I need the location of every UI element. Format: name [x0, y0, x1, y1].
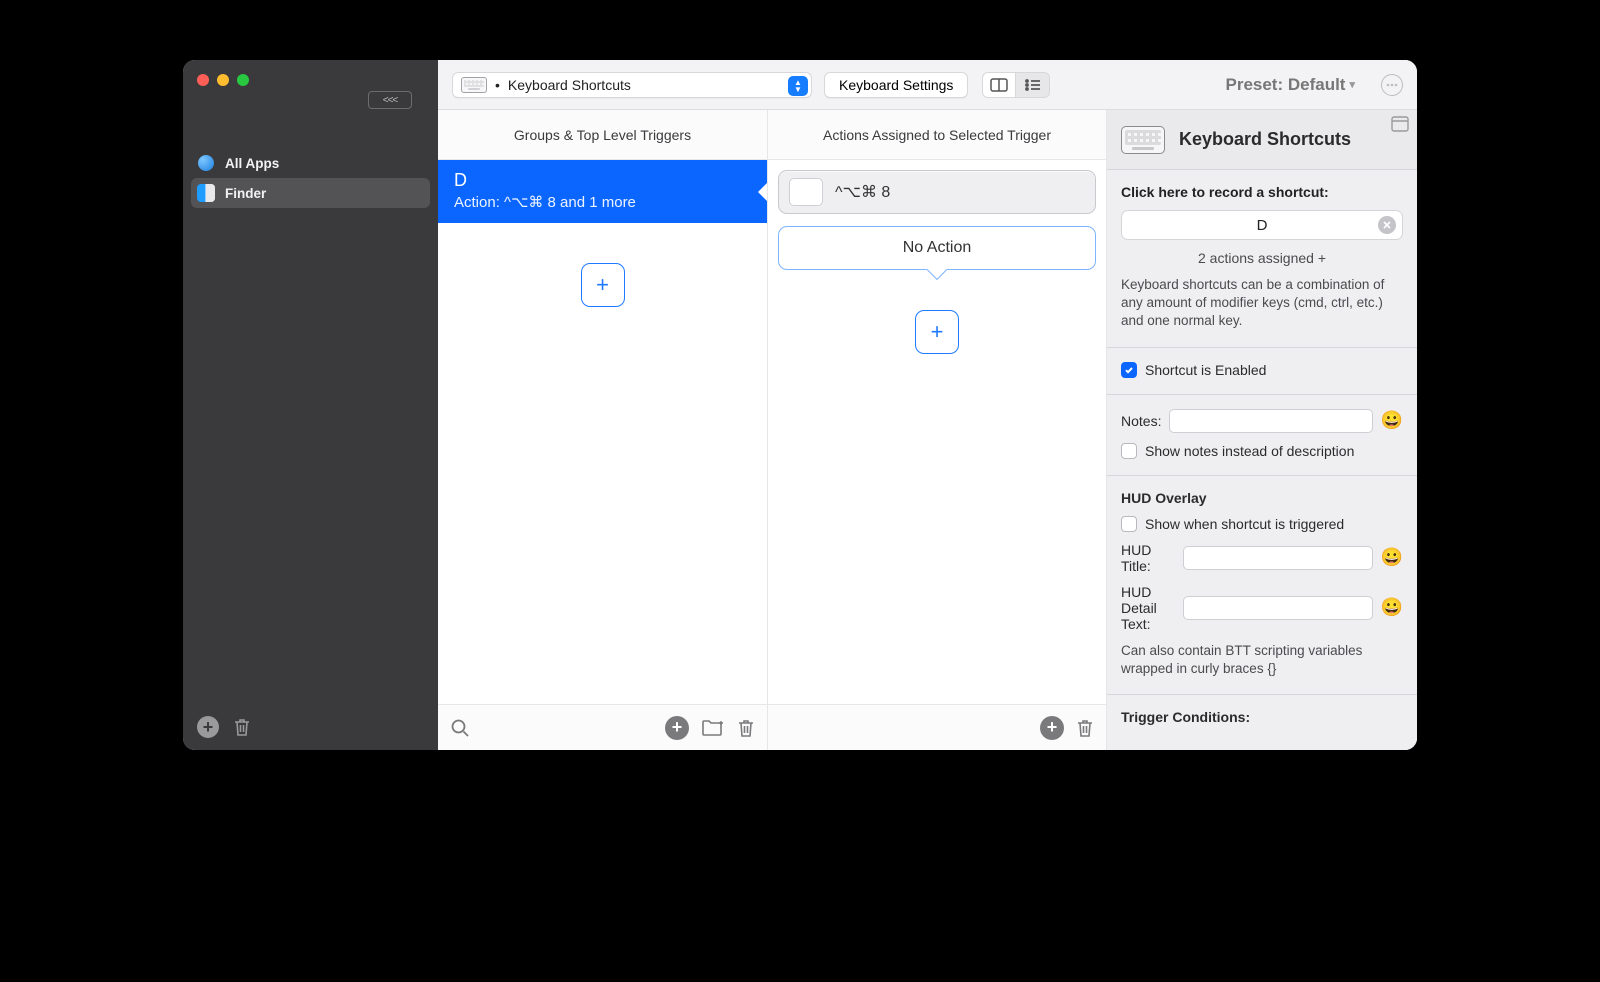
sidebar-add-button[interactable]: +	[197, 716, 219, 738]
more-menu-button[interactable]	[1381, 74, 1403, 96]
actions-add-button[interactable]: +	[1040, 716, 1064, 740]
actions-column: Actions Assigned to Selected Trigger ^⌥⌘…	[768, 110, 1107, 750]
category-selector[interactable]: • Keyboard Shortcuts ▲▼	[452, 72, 812, 98]
hud-show-checkbox[interactable]: Show when shortcut is triggered	[1121, 516, 1403, 532]
hud-detail-label: HUD Detail Text:	[1121, 584, 1175, 632]
keyboard-icon	[461, 77, 487, 93]
list-view-button[interactable]	[1016, 72, 1050, 98]
trigger-row[interactable]: D Action: ^⌥⌘ 8 and 1 more	[438, 160, 767, 223]
notes-section: Notes: 😀 Show notes instead of descripti…	[1107, 395, 1417, 476]
trigger-conditions-title: Trigger Conditions:	[1121, 709, 1403, 725]
hud-note: Can also contain BTT scripting variables…	[1121, 642, 1403, 678]
search-button[interactable]	[450, 718, 470, 738]
preset-label: Preset: Default	[1225, 75, 1345, 95]
hud-section-title: HUD Overlay	[1121, 490, 1403, 506]
hud-title-input[interactable]	[1183, 546, 1373, 570]
sidebar-footer: +	[183, 706, 438, 750]
actions-delete-button[interactable]	[1076, 718, 1094, 738]
no-action-row[interactable]: No Action	[778, 226, 1096, 270]
column-view-button[interactable]	[982, 72, 1016, 98]
columns: Groups & Top Level Triggers D Action: ^⌥…	[438, 110, 1417, 750]
new-group-button[interactable]	[701, 718, 725, 738]
triggers-column-header: Groups & Top Level Triggers	[438, 110, 767, 160]
trigger-title: D	[454, 170, 751, 191]
inspector-title: Keyboard Shortcuts	[1179, 129, 1351, 150]
hud-section: HUD Overlay Show when shortcut is trigge…	[1107, 476, 1417, 695]
hud-detail-input[interactable]	[1183, 596, 1373, 620]
window-controls	[183, 60, 438, 92]
checkbox-label: Show notes instead of description	[1145, 443, 1354, 459]
emoji-picker-button[interactable]: 😀	[1381, 547, 1403, 568]
shortcut-record-value: D	[1257, 217, 1268, 234]
checkbox-icon	[1121, 443, 1137, 459]
sidebar-item-all-apps[interactable]: All Apps	[183, 148, 438, 178]
action-icon-placeholder	[789, 178, 823, 206]
checkbox-icon	[1121, 516, 1137, 532]
triggers-footer: +	[438, 704, 767, 750]
triggers-column: Groups & Top Level Triggers D Action: ^⌥…	[438, 110, 768, 750]
show-notes-checkbox[interactable]: Show notes instead of description	[1121, 443, 1403, 459]
checkbox-label: Shortcut is Enabled	[1145, 362, 1266, 378]
checkbox-icon	[1121, 362, 1137, 378]
triggers-list: D Action: ^⌥⌘ 8 and 1 more +	[438, 160, 767, 704]
app-window: <<< All Apps Finder + • Keyboard S	[183, 60, 1417, 750]
action-row[interactable]: ^⌥⌘ 8	[778, 170, 1096, 214]
dropdown-stepper-icon[interactable]: ▲▼	[788, 76, 808, 96]
emoji-picker-button[interactable]: 😀	[1381, 597, 1403, 618]
shortcut-description: Keyboard shortcuts can be a combination …	[1121, 276, 1403, 331]
sidebar-delete-button[interactable]	[233, 716, 251, 738]
shortcut-record-field[interactable]: D	[1121, 210, 1403, 240]
preset-selector[interactable]: Preset: Default ▾	[1225, 75, 1355, 95]
triggers-add-button[interactable]: +	[665, 716, 689, 740]
trigger-conditions-section: Trigger Conditions:	[1107, 695, 1417, 733]
shortcut-enabled-checkbox[interactable]: Shortcut is Enabled	[1121, 362, 1403, 378]
actions-column-header: Actions Assigned to Selected Trigger	[768, 110, 1106, 160]
actions-list: ^⌥⌘ 8 No Action +	[768, 160, 1106, 704]
clear-shortcut-button[interactable]	[1378, 216, 1396, 234]
actions-assigned-note[interactable]: 2 actions assigned +	[1121, 250, 1403, 266]
no-action-label: No Action	[903, 239, 971, 257]
chevron-down-icon: ▾	[1349, 78, 1355, 91]
sidebar-item-label: Finder	[225, 186, 266, 201]
main-content: • Keyboard Shortcuts ▲▼ Keyboard Setting…	[438, 60, 1417, 750]
emoji-picker-button[interactable]: 😀	[1381, 410, 1403, 431]
checkbox-label: Show when shortcut is triggered	[1145, 516, 1344, 532]
finder-icon	[197, 184, 215, 202]
app-sidebar: <<< All Apps Finder +	[183, 60, 438, 750]
enabled-section: Shortcut is Enabled	[1107, 348, 1417, 395]
inspector-header: Keyboard Shortcuts	[1107, 110, 1417, 170]
trigger-subtitle: Action: ^⌥⌘ 8 and 1 more	[454, 193, 751, 211]
back-button[interactable]: <<<	[368, 91, 412, 109]
notes-input[interactable]	[1169, 409, 1372, 433]
action-label: ^⌥⌘ 8	[835, 182, 890, 202]
hud-title-label: HUD Title:	[1121, 542, 1175, 574]
sidebar-item-finder[interactable]: Finder	[191, 178, 430, 208]
sidebar-item-label: All Apps	[225, 156, 279, 171]
category-label: Keyboard Shortcuts	[508, 77, 631, 93]
actions-footer: +	[768, 704, 1106, 750]
add-action-button[interactable]: +	[915, 310, 959, 354]
popout-window-button[interactable]	[1391, 116, 1409, 132]
add-trigger-button[interactable]: +	[581, 263, 625, 307]
triggers-delete-button[interactable]	[737, 718, 755, 738]
bullet-icon: •	[495, 77, 500, 93]
inspector-column: Keyboard Shortcuts Click here to record …	[1107, 110, 1417, 750]
record-prompt: Click here to record a shortcut:	[1121, 184, 1403, 200]
sidebar-app-list: All Apps Finder	[183, 92, 438, 208]
toolbar: • Keyboard Shortcuts ▲▼ Keyboard Setting…	[438, 60, 1417, 110]
keyboard-settings-button[interactable]: Keyboard Settings	[824, 72, 968, 98]
view-mode-segment	[982, 72, 1050, 98]
notes-label: Notes:	[1121, 413, 1161, 429]
minimize-window-button[interactable]	[217, 74, 229, 86]
zoom-window-button[interactable]	[237, 74, 249, 86]
keyboard-icon	[1121, 126, 1165, 154]
close-window-button[interactable]	[197, 74, 209, 86]
record-section: Click here to record a shortcut: D 2 act…	[1107, 170, 1417, 348]
globe-icon	[197, 154, 215, 172]
inspector-body: Click here to record a shortcut: D 2 act…	[1107, 170, 1417, 750]
